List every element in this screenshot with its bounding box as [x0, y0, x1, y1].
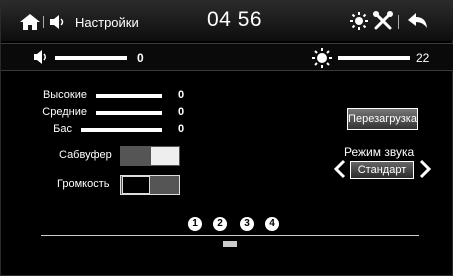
sound-mode-value[interactable]: Стандарт	[350, 161, 414, 179]
eq-label-mid: Средние	[42, 106, 87, 118]
page-indicator-3[interactable]: 3	[240, 217, 254, 231]
separator	[43, 16, 44, 28]
clock: 04 56	[207, 8, 263, 31]
eq-slider-bass[interactable]	[81, 128, 162, 132]
reset-button[interactable]: Перезагрузка	[347, 108, 418, 130]
eq-label-bass: Бас	[53, 123, 72, 135]
eq-slider-treble[interactable]	[96, 94, 162, 98]
speaker-icon[interactable]	[49, 14, 67, 30]
sun-icon[interactable]	[350, 12, 368, 30]
loudness-label: Громкость	[57, 178, 110, 190]
tools-icon[interactable]	[372, 11, 394, 31]
drawer-handle[interactable]	[223, 241, 237, 247]
page-indicator-1[interactable]: 1	[188, 217, 202, 231]
eq-value-bass: 0	[178, 123, 185, 135]
chevron-left-icon[interactable]	[333, 159, 347, 179]
eq-label-treble: Высокие	[42, 89, 87, 101]
brightness-slider[interactable]	[338, 56, 410, 60]
volume-slider[interactable]	[55, 56, 127, 60]
speaker-icon	[34, 50, 46, 64]
sun-icon	[312, 48, 332, 68]
home-icon[interactable]	[19, 13, 41, 31]
page-indicator-2[interactable]: 2	[213, 217, 227, 231]
separator	[398, 15, 399, 29]
volume-value: 0	[137, 51, 144, 65]
eq-value-mid: 0	[178, 106, 185, 118]
brightness-value: 22	[416, 51, 430, 65]
sound-mode-label: Режим звука	[344, 145, 415, 159]
eq-value-treble: 0	[178, 89, 185, 101]
divider	[41, 235, 419, 236]
loudness-toggle[interactable]	[120, 175, 180, 195]
subwoofer-toggle[interactable]	[120, 146, 180, 166]
toggle-knob	[151, 147, 179, 165]
back-arrow-icon[interactable]	[406, 11, 430, 31]
page-indicator-4[interactable]: 4	[265, 217, 279, 231]
page-title: Настройки	[75, 15, 139, 30]
toggle-knob	[122, 176, 150, 194]
subwoofer-label: Сабвуфер	[59, 149, 112, 161]
chevron-right-icon[interactable]	[418, 159, 432, 179]
eq-slider-mid[interactable]	[96, 111, 162, 115]
top-bar: Настройки 04 56	[1, 1, 453, 41]
quick-sliders: 0 22	[1, 43, 453, 71]
settings-screen: Настройки 04 56 0 22 Высокие 0 Средние 0…	[0, 0, 453, 276]
